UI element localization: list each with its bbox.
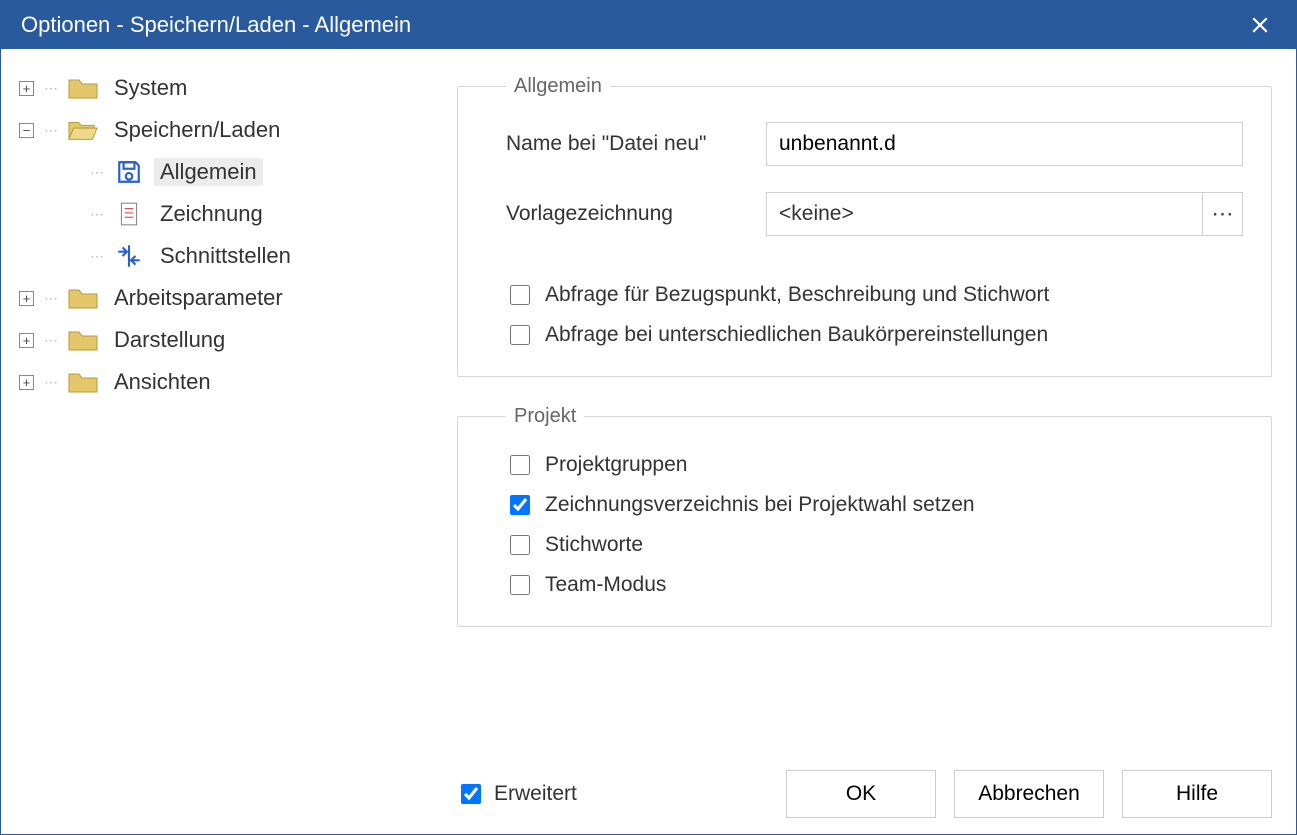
checkbox-body-settings[interactable]	[510, 325, 530, 345]
folder-open-icon	[68, 117, 98, 143]
close-icon[interactable]	[1236, 1, 1284, 49]
tree-item-darstellung[interactable]: + ⋯ Darstellung	[19, 319, 437, 361]
expand-icon[interactable]: +	[19, 291, 34, 306]
tree-label: Schnittstellen	[154, 242, 297, 270]
checkbox-drawing-dir[interactable]	[510, 495, 530, 515]
name-new-label: Name bei "Datei neu"	[506, 132, 766, 156]
tree-item-speichern-laden[interactable]: − ⋯ Speichern/Laden	[19, 109, 437, 151]
checkbox-drawing-dir-label: Zeichnungsverzeichnis bei Projektwahl se…	[545, 493, 975, 517]
cancel-button[interactable]: Abbrechen	[954, 770, 1104, 818]
group-project: Projekt Projektgruppen Zeichnungsverzeic…	[457, 405, 1272, 627]
name-new-input[interactable]	[766, 122, 1243, 166]
expand-icon[interactable]: +	[19, 81, 34, 96]
tree-item-zeichnung[interactable]: ⋯ Zeichnung	[65, 193, 437, 235]
folder-icon	[68, 327, 98, 353]
tree-label: Allgemein	[154, 158, 263, 186]
tree-label: Arbeitsparameter	[108, 284, 289, 312]
extended-label: Erweitert	[494, 782, 577, 806]
checkbox-projectgroups[interactable]	[510, 455, 530, 475]
checkbox-team-mode[interactable]	[510, 575, 530, 595]
expand-icon[interactable]: +	[19, 333, 34, 348]
tree-label: Darstellung	[108, 326, 231, 354]
tree-label: Zeichnung	[154, 200, 269, 228]
collapse-icon[interactable]: −	[19, 123, 34, 138]
extended-checkbox[interactable]	[461, 784, 481, 804]
document-icon	[114, 201, 144, 227]
group-project-legend: Projekt	[506, 405, 584, 428]
nav-tree: + ⋯ System − ⋯ Spe	[1, 49, 451, 834]
extended-toggle[interactable]: Erweitert	[457, 781, 577, 807]
help-button[interactable]: Hilfe	[1122, 770, 1272, 818]
main-panel: Allgemein Name bei "Datei neu" Vorlageze…	[451, 49, 1296, 834]
tree-item-arbeitsparameter[interactable]: + ⋯ Arbeitsparameter	[19, 277, 437, 319]
ellipsis-icon[interactable]: ⋯	[1202, 193, 1242, 235]
checkbox-keywords[interactable]	[510, 535, 530, 555]
footer: Erweitert OK Abbrechen Hilfe	[457, 762, 1272, 818]
titlebar: Optionen - Speichern/Laden - Allgemein	[1, 1, 1296, 49]
folder-icon	[68, 75, 98, 101]
window-title: Optionen - Speichern/Laden - Allgemein	[21, 12, 411, 38]
content-area: + ⋯ System − ⋯ Spe	[1, 49, 1296, 834]
tree-item-ansichten[interactable]: + ⋯ Ansichten	[19, 361, 437, 403]
folder-icon	[68, 285, 98, 311]
interface-icon	[114, 243, 144, 269]
tree-item-allgemein[interactable]: ⋯ Allgemein	[65, 151, 437, 193]
template-value: <keine>	[767, 202, 1202, 226]
ok-button[interactable]: OK	[786, 770, 936, 818]
group-general: Allgemein Name bei "Datei neu" Vorlageze…	[457, 75, 1272, 377]
save-icon	[114, 159, 144, 185]
expand-icon[interactable]: +	[19, 375, 34, 390]
folder-icon	[68, 369, 98, 395]
tree-item-schnittstellen[interactable]: ⋯ Schnittstellen	[65, 235, 437, 277]
checkbox-projectgroups-label: Projektgruppen	[545, 453, 687, 477]
checkbox-keywords-label: Stichworte	[545, 533, 643, 557]
checkbox-team-mode-label: Team-Modus	[545, 573, 666, 597]
tree-label: System	[108, 74, 193, 102]
options-dialog: Optionen - Speichern/Laden - Allgemein +…	[0, 0, 1297, 835]
group-general-legend: Allgemein	[506, 75, 610, 98]
tree-item-system[interactable]: + ⋯ System	[19, 67, 437, 109]
checkbox-reference-prompt[interactable]	[510, 285, 530, 305]
tree-label: Speichern/Laden	[108, 116, 286, 144]
template-combo[interactable]: <keine> ⋯	[766, 192, 1243, 236]
tree-label: Ansichten	[108, 368, 217, 396]
checkbox-reference-prompt-label: Abfrage für Bezugspunkt, Beschreibung un…	[545, 283, 1049, 307]
checkbox-body-settings-label: Abfrage bei unterschiedlichen Baukörpere…	[545, 323, 1048, 347]
template-label: Vorlagezeichnung	[506, 202, 766, 226]
